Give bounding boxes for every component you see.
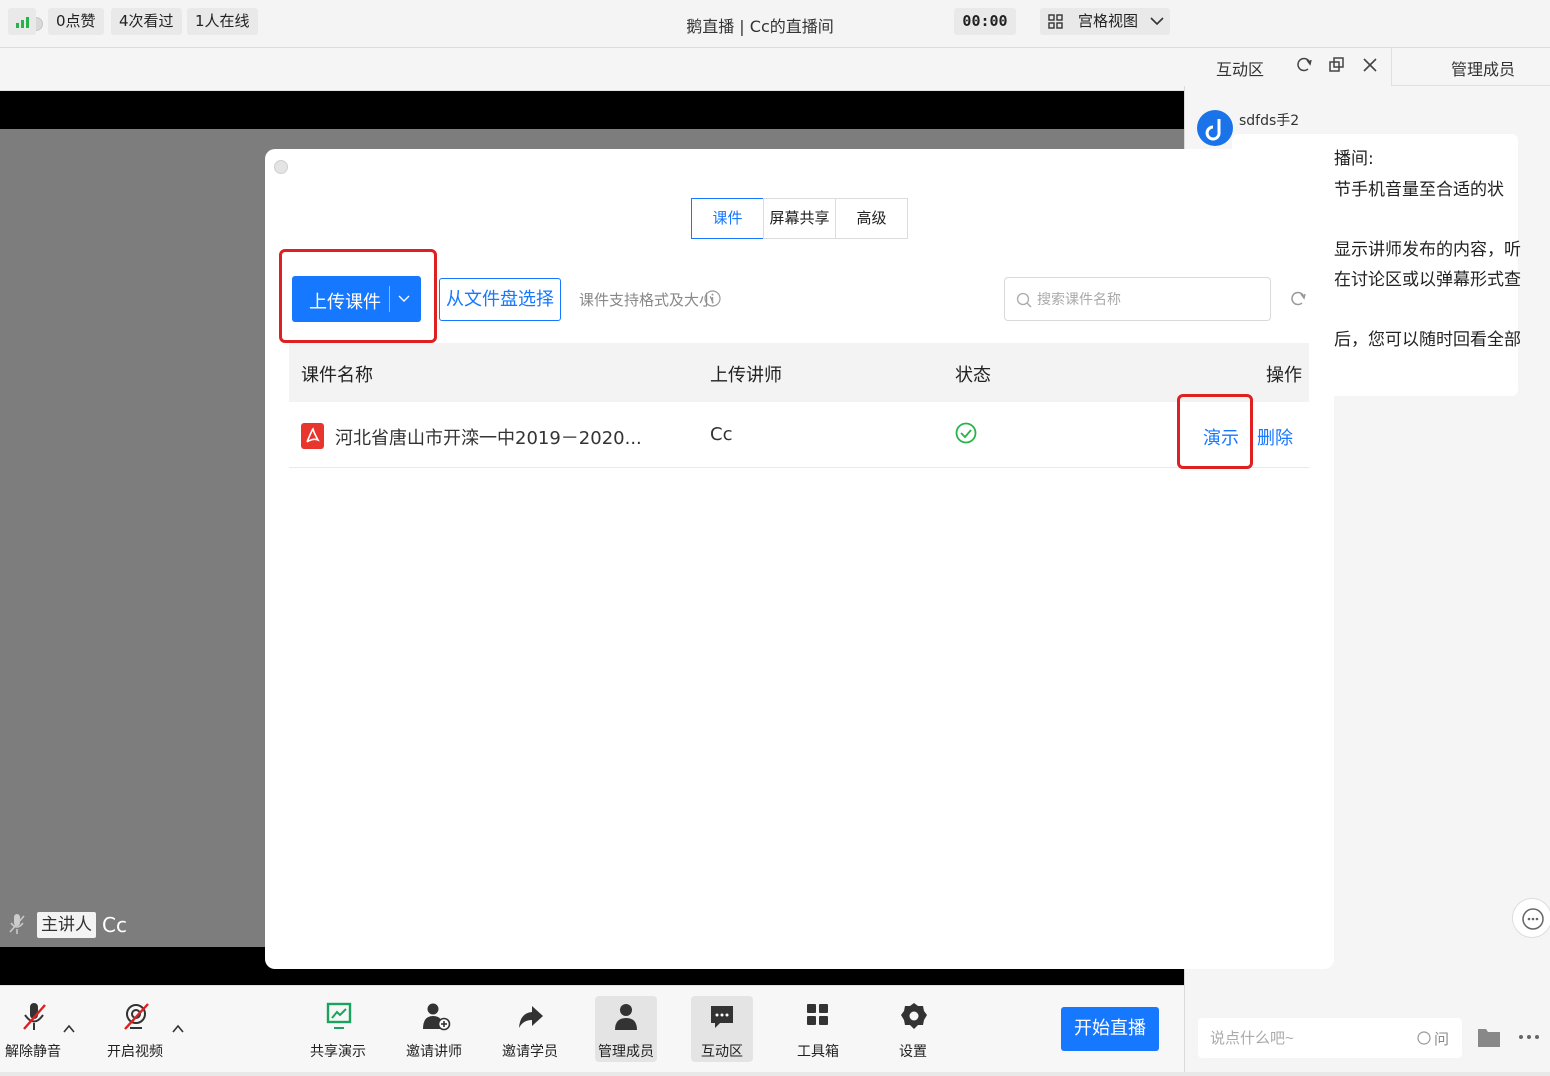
folder-icon[interactable] [1476, 1024, 1502, 1050]
unmute-button[interactable]: 解除静音 [2, 996, 64, 1062]
refresh-icon[interactable] [1289, 290, 1307, 308]
start-video-label: 开启视频 [107, 1044, 163, 1060]
grid-view-icon [1048, 14, 1063, 29]
courseware-search-input[interactable] [1005, 278, 1225, 320]
courseware-name[interactable]: 河北省唐山市开滦一中2019－2020... [335, 424, 642, 450]
view-mode-label: 宫格视图 [1078, 12, 1139, 30]
chevron-down-icon [1150, 17, 1164, 26]
dialog-close-button[interactable] [274, 160, 288, 174]
start-live-button[interactable]: 开始直播 [1061, 1007, 1159, 1051]
manage-members-button[interactable]: 管理成员 [595, 996, 657, 1062]
search-icon [1016, 292, 1032, 308]
chat-text-line: 在讨论区或以弹幕形式查 [1334, 270, 1521, 290]
interaction-button[interactable]: 互动区 [691, 996, 753, 1062]
share-presentation-label: 共享演示 [310, 1044, 366, 1060]
invite-student-button[interactable]: 邀请学员 [499, 996, 561, 1062]
start-video-button[interactable]: 开启视频 [104, 996, 166, 1062]
signal-icon [8, 8, 36, 35]
live-timer: 00:00 [954, 8, 1016, 35]
table-header [289, 343, 1309, 402]
chevron-down-icon[interactable] [398, 295, 410, 304]
column-header-actions: 操作 [1266, 365, 1302, 386]
toolbox-label: 工具箱 [797, 1044, 839, 1060]
column-header-status: 状态 [955, 365, 991, 386]
chevron-up-icon[interactable] [63, 1024, 75, 1033]
courseware-teacher: Cc [710, 424, 733, 445]
tab-interaction-label: 互动区 [1216, 60, 1265, 79]
delete-link[interactable]: 删除 [1257, 424, 1293, 450]
chat-input[interactable] [1198, 1018, 1398, 1058]
share-arrow-icon [519, 1006, 543, 1028]
gear-icon [901, 1003, 927, 1029]
column-header-name: 课件名称 [301, 365, 373, 386]
chat-text-line: 节手机音量至合适的状 [1334, 180, 1504, 200]
pdf-file-icon [301, 423, 324, 449]
more-icon[interactable] [1517, 1030, 1541, 1044]
float-chat-button[interactable] [1512, 898, 1550, 938]
mic-muted-icon [9, 914, 25, 934]
invite-teacher-button[interactable]: 邀请讲师 [403, 996, 465, 1062]
chat-text-line: 后，您可以随时回看全部 [1334, 330, 1521, 350]
courseware-search-box[interactable] [1004, 277, 1271, 321]
views-count: 4次看过 [111, 8, 182, 35]
settings-label: 设置 [899, 1044, 927, 1060]
tab-members[interactable]: 管理成员 [1451, 56, 1515, 80]
chat-text-line: 播间: [1334, 149, 1374, 169]
mic-muted-icon [23, 1003, 46, 1030]
tab-courseware[interactable]: 课件 [691, 198, 764, 239]
tab-advanced[interactable]: 高级 [835, 198, 908, 239]
manage-members-label: 管理成员 [598, 1044, 654, 1060]
avatar [1197, 110, 1233, 146]
members-icon [615, 1004, 637, 1030]
chat-bubble-icon [1522, 908, 1544, 930]
share-screen-icon [326, 1002, 352, 1029]
close-icon[interactable] [1362, 57, 1378, 73]
tab-screen-share[interactable]: 屏幕共享 [763, 198, 836, 239]
toolbox-button[interactable]: 工具箱 [787, 996, 849, 1062]
interaction-label: 互动区 [701, 1044, 743, 1060]
settings-button[interactable]: 设置 [882, 996, 944, 1062]
invite-teacher-label: 邀请讲师 [406, 1044, 462, 1060]
check-circle-icon [955, 422, 977, 444]
view-mode-select[interactable]: 宫格视图 [1040, 8, 1170, 35]
share-presentation-button[interactable]: 共享演示 [307, 996, 369, 1062]
format-hint: 课件支持格式及大小 [579, 289, 714, 310]
presenter-name: Cc [102, 913, 127, 937]
camera-off-icon [124, 1003, 149, 1030]
likes-count: 0点赞 [48, 8, 104, 35]
chat-icon [711, 1006, 733, 1028]
window-bottom-edge [0, 1072, 1550, 1076]
popout-icon[interactable] [1328, 56, 1346, 74]
info-icon[interactable] [704, 290, 721, 307]
upload-button-label: 上传课件 [309, 292, 381, 313]
ask-label: 问 [1434, 1030, 1450, 1048]
toolbox-icon [807, 1004, 828, 1025]
button-divider [389, 286, 390, 312]
chat-input-box[interactable]: 问 [1198, 1018, 1462, 1058]
invite-student-label: 邀请学员 [502, 1044, 558, 1060]
upload-courseware-button[interactable]: 上传课件 [292, 276, 421, 322]
column-header-teacher: 上传讲师 [710, 365, 782, 386]
chat-username: sdfds手2 [1239, 113, 1300, 129]
presenter-role-tag: 主讲人 [37, 912, 96, 938]
ask-toggle-icon[interactable] [1417, 1031, 1431, 1045]
format-hint-text: 课件支持格式及大小 [579, 291, 715, 309]
status-bar [0, 48, 1184, 91]
chevron-up-icon[interactable] [172, 1024, 184, 1033]
unmute-label: 解除静音 [5, 1044, 61, 1060]
present-link[interactable]: 演示 [1203, 424, 1239, 450]
refresh-icon[interactable] [1295, 56, 1313, 74]
chat-text-line: 显示讲师发布的内容，听 [1334, 240, 1521, 260]
invite-teacher-icon [423, 1003, 451, 1031]
online-count: 1人在线 [187, 8, 258, 35]
select-from-disk-button[interactable]: 从文件盘选择 [439, 278, 561, 321]
